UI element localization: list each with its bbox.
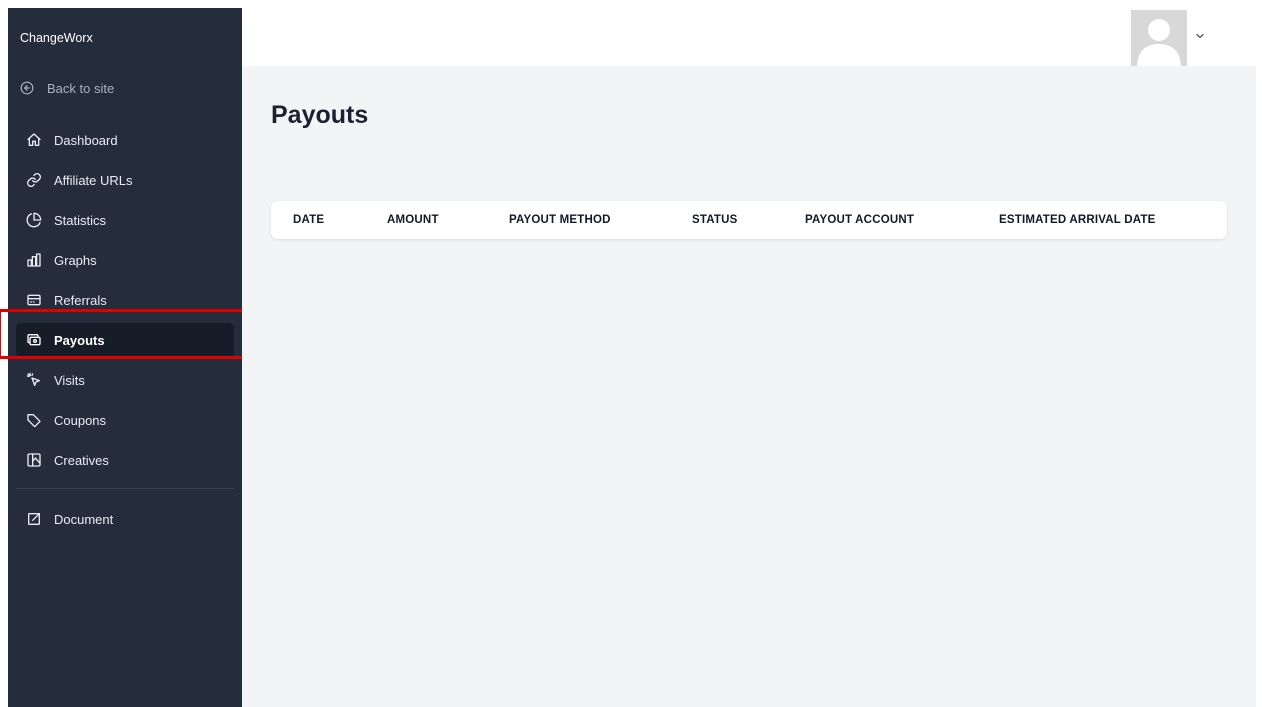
sidebar-item-label: Graphs [54,252,97,268]
external-link-icon [28,513,40,525]
app-window: ChangeWorx Back to site Dashboard Affili… [0,8,1256,707]
page-title: Payouts [271,101,369,129]
cash-icon [27,334,41,346]
chevron-down-icon[interactable] [1194,30,1206,42]
sidebar-item-label: Affiliate URLs [54,172,133,188]
sidebar-item-graphs[interactable]: Graphs [16,243,234,277]
back-to-site-label: Back to site [47,80,115,96]
sidebar-item-label: Creatives [54,452,109,468]
tag-icon [27,414,41,428]
sidebar-item-label: Referrals [54,292,107,308]
column-header-date[interactable]: DATE [293,201,324,239]
column-header-payout-account[interactable]: PAYOUT ACCOUNT [805,201,914,239]
sidebar-item-label: Dashboard [54,132,118,148]
column-header-status[interactable]: STATUS [692,201,738,239]
home-icon [27,133,41,146]
column-header-payout-method[interactable]: PAYOUT METHOD [509,201,611,239]
sidebar-item-statistics[interactable]: Statistics [16,203,234,237]
back-to-site-link[interactable]: Back to site [20,79,114,97]
sidebar-item-dashboard[interactable]: Dashboard [16,123,234,157]
payouts-table: DATE AMOUNT PAYOUT METHOD STATUS PAYOUT … [271,201,1227,239]
sidebar: ChangeWorx Back to site Dashboard Affili… [0,8,248,707]
cursor-click-icon [26,372,40,386]
top-bar [242,8,1256,66]
sidebar-item-document[interactable]: Document [16,502,234,536]
sidebar-item-label: Payouts [54,332,105,348]
bar-chart-icon [27,253,41,267]
sidebar-item-label: Document [54,511,114,527]
sidebar-item-label: Visits [54,372,85,388]
sidebar-item-creatives[interactable]: Creatives [16,443,234,477]
arrow-left-circle-icon [20,81,34,95]
sidebar-item-label: Coupons [54,412,107,428]
brand-name: ChangeWorx [20,31,93,45]
avatar[interactable] [1131,10,1187,66]
user-icon [1137,19,1181,66]
sidebar-divider [16,488,234,489]
sidebar-item-payouts[interactable]: Payouts [16,323,234,357]
sidebar-item-visits[interactable]: Visits [16,363,234,397]
column-header-amount[interactable]: AMOUNT [387,201,439,239]
column-header-estimated-arrival-date[interactable]: ESTIMATED ARRIVAL DATE [999,201,1155,239]
card-icon [27,294,41,306]
link-icon [27,173,41,187]
image-icon [27,453,41,467]
sidebar-item-coupons[interactable]: Coupons [16,403,234,437]
sidebar-item-label: Statistics [54,212,107,228]
sidebar-item-affiliate-urls[interactable]: Affiliate URLs [16,163,234,197]
pie-chart-icon [26,212,42,228]
main-content: Payouts DATE AMOUNT PAYOUT METHOD STATUS… [242,66,1256,707]
sidebar-item-referrals[interactable]: Referrals [16,283,234,317]
